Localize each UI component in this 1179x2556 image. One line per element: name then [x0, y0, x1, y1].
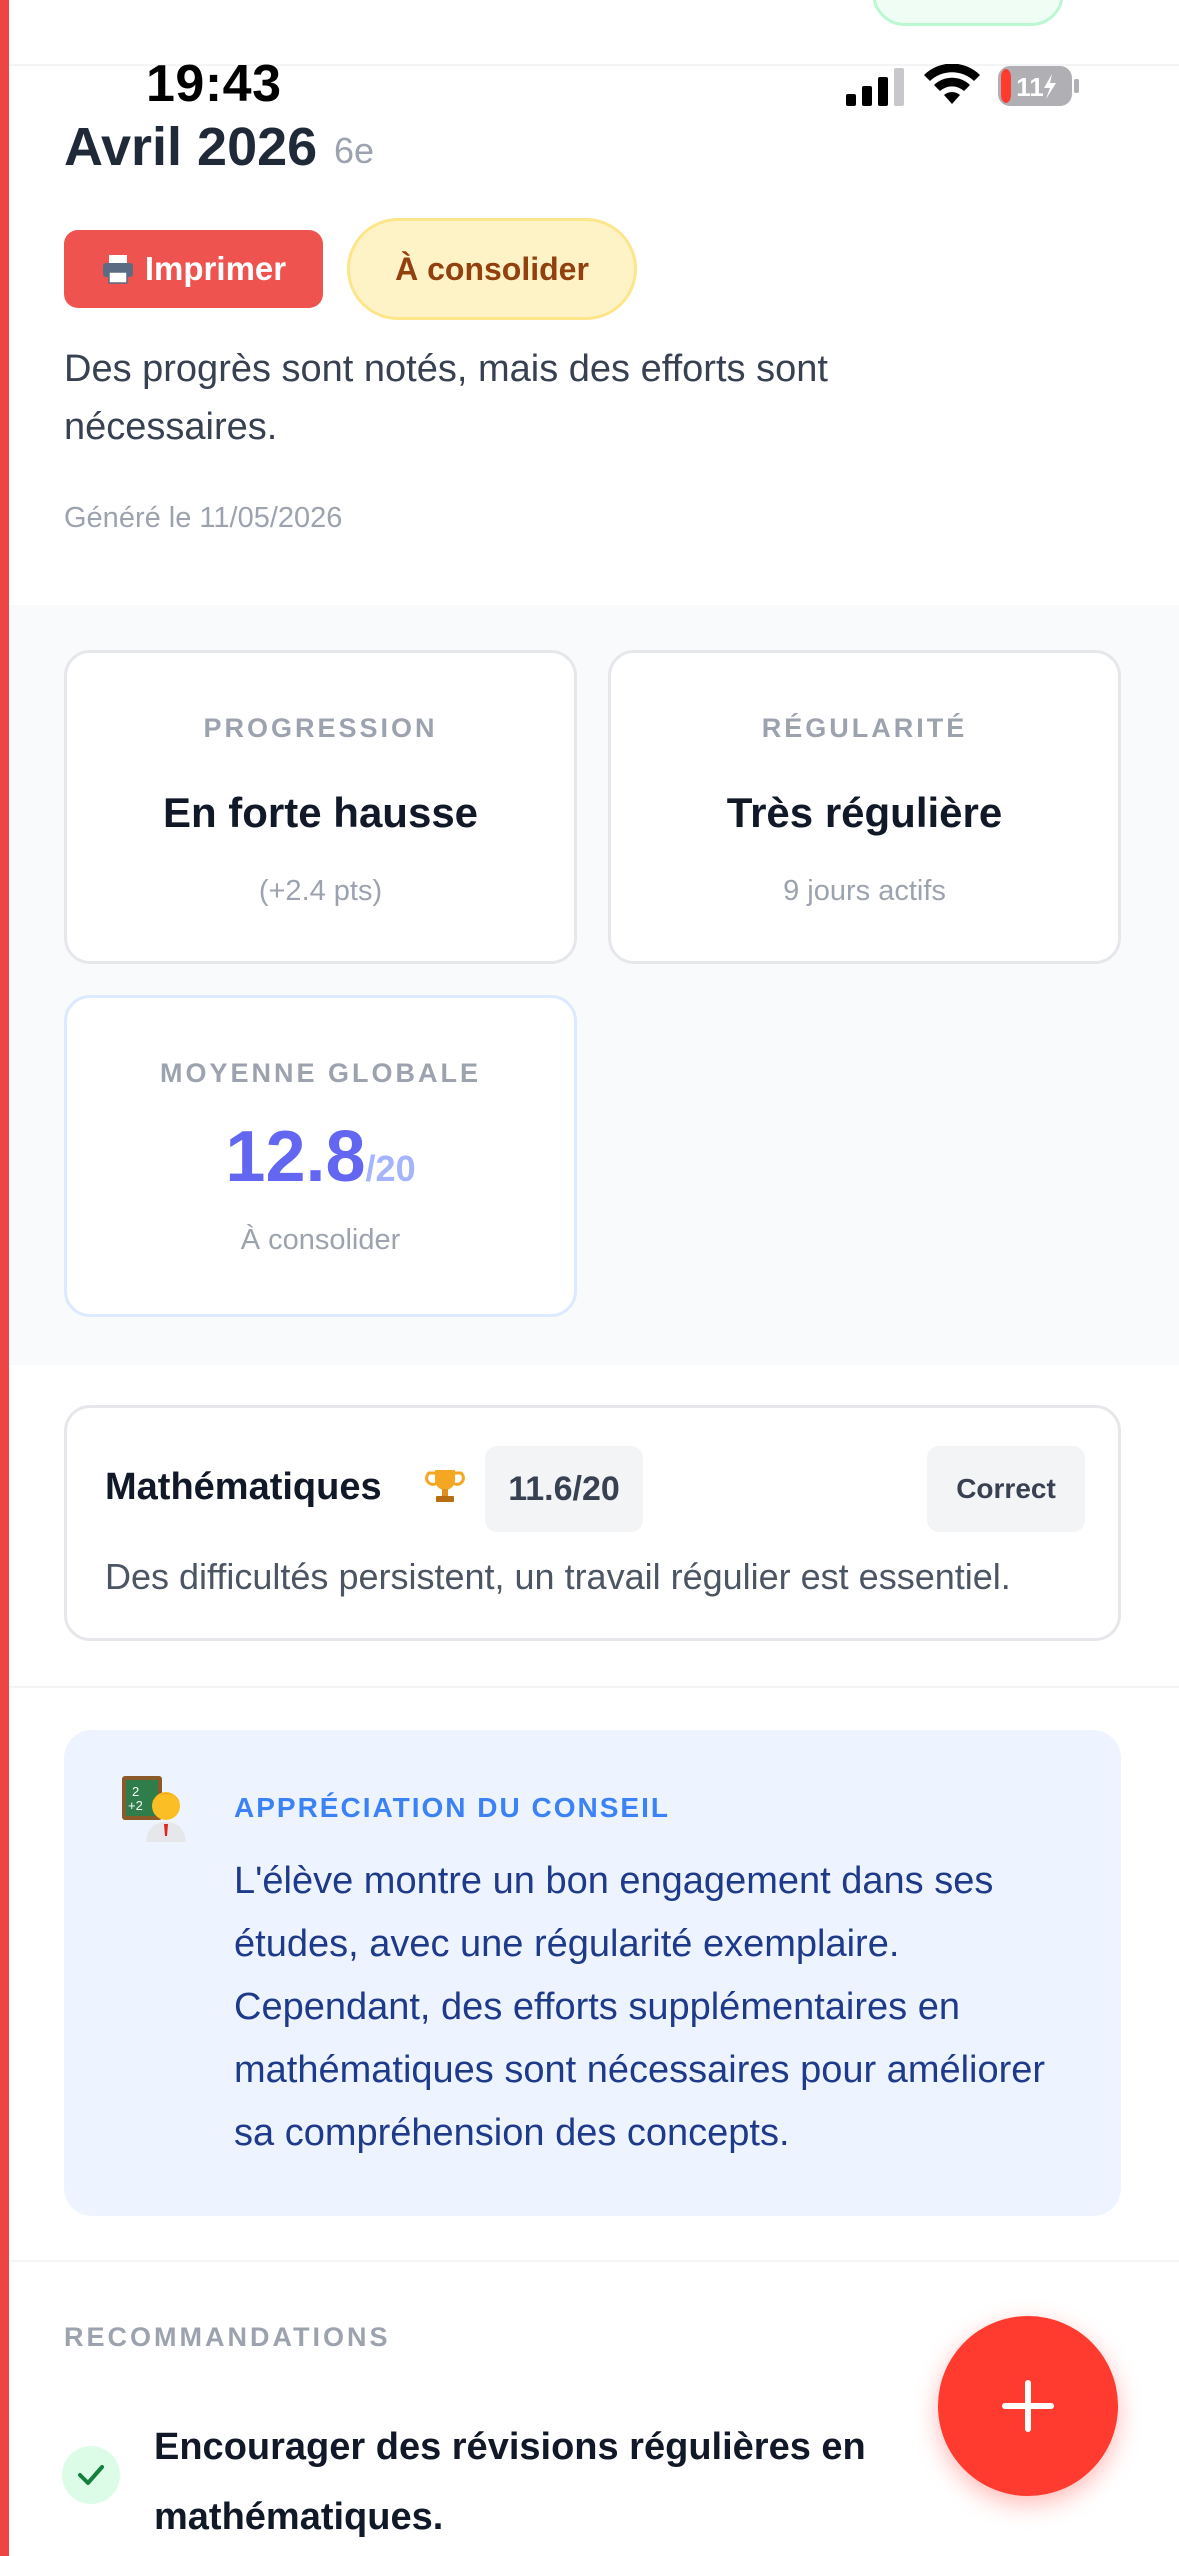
section-divider [9, 2260, 1179, 2262]
left-accent-bar [0, 0, 9, 2556]
wifi-icon [924, 64, 980, 104]
grade-label: 6e [334, 130, 375, 171]
section-divider [9, 1686, 1179, 1688]
page-title: Avril 2026 [64, 117, 318, 177]
status-badge: À consolider [347, 218, 637, 320]
subject-card: Mathématiques 11.6/20 Correct Des diffic… [64, 1405, 1121, 1641]
print-button[interactable]: Imprimer [64, 230, 323, 308]
printer-icon [102, 255, 133, 284]
council-title: APPRÉCIATION DU CONSEIL [234, 1792, 670, 1823]
regularity-label: RÉGULARITÉ [761, 713, 968, 743]
council-text: L'élève montre un bon engagement dans se… [234, 1860, 1046, 2154]
trophy-icon [425, 1470, 465, 1502]
svg-text:11: 11 [1016, 72, 1044, 102]
regularity-value: Très régulière [726, 789, 1003, 836]
average-label: MOYENNE GLOBALE [159, 1058, 481, 1088]
generated-date: Généré le 11/05/2026 [64, 502, 343, 534]
check-icon [62, 2446, 120, 2504]
regularity-sub: 9 jours actifs [783, 875, 946, 907]
subject-comment: Des difficultés persistent, un travail r… [105, 1556, 1011, 1597]
progression-sub: (+2.4 pts) [258, 875, 383, 907]
subject-level-badge: Correct [927, 1446, 1085, 1532]
subject-score-badge: 11.6/20 [485, 1446, 643, 1532]
scrolled-pill-button[interactable] [872, 0, 1064, 26]
plus-icon [1002, 2380, 1054, 2432]
teacher-icon: 2 +2 [122, 1776, 186, 1842]
add-fab-button[interactable] [938, 2316, 1118, 2496]
print-button-label: Imprimer [144, 250, 287, 287]
battery-icon: 11 [998, 66, 1079, 106]
average-card: MOYENNE GLOBALE 12.8/20 À consolider [64, 995, 577, 1317]
progression-value: En forte hausse [162, 789, 479, 836]
council-appreciation-box: 2 +2 APPRÉCIATION DU CONSEIL L'élève mon… [64, 1730, 1121, 2216]
status-time: 19:43 [146, 55, 282, 113]
report-summary: Des progrès sont notés, mais des efforts… [64, 348, 828, 448]
svg-text:+2: +2 [128, 1798, 143, 1813]
recommendations-title: RECOMMANDATIONS [64, 2322, 391, 2352]
regularity-card: RÉGULARITÉ Très régulière 9 jours actifs [608, 650, 1121, 964]
cellular-signal-icon [846, 68, 904, 106]
subject-name: Mathématiques [105, 1466, 382, 1508]
average-denominator: /20 [365, 1148, 416, 1189]
svg-text:2: 2 [132, 1784, 139, 1799]
progression-label: PROGRESSION [203, 713, 438, 743]
average-value: 12.8 [225, 1117, 366, 1197]
progression-card: PROGRESSION En forte hausse (+2.4 pts) [64, 650, 577, 964]
average-sub: À consolider [240, 1224, 401, 1256]
recommendation-item: Encourager des révisions régulières en m… [154, 2426, 866, 2538]
